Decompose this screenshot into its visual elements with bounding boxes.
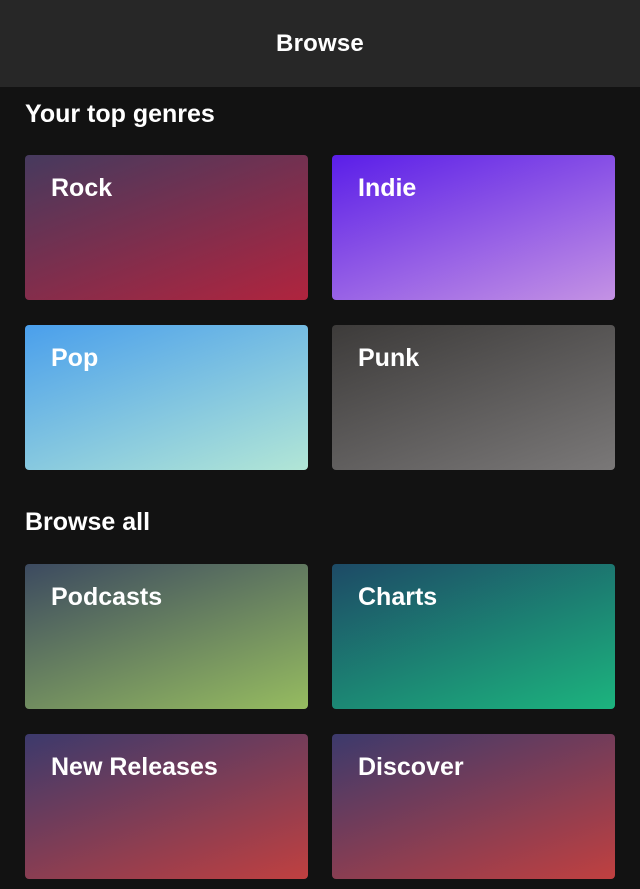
genre-tile-pop[interactable]: Pop bbox=[25, 325, 308, 470]
page-title: Browse bbox=[276, 30, 364, 57]
category-tile-charts[interactable]: Charts bbox=[332, 564, 615, 709]
top-bar: Browse bbox=[0, 0, 640, 87]
tile-label: Pop bbox=[51, 344, 99, 372]
genre-tile-punk[interactable]: Punk bbox=[332, 325, 615, 470]
tile-label: Punk bbox=[358, 344, 420, 372]
browse-all-grid: Podcasts Charts New Releases Discover bbox=[25, 564, 615, 879]
tile-label: New Releases bbox=[51, 753, 218, 781]
category-tile-discover[interactable]: Discover bbox=[332, 734, 615, 879]
tile-label: Indie bbox=[358, 174, 417, 202]
category-tile-podcasts[interactable]: Podcasts bbox=[25, 564, 308, 709]
genre-tile-rock[interactable]: Rock bbox=[25, 155, 308, 300]
section-title-browse-all: Browse all bbox=[25, 508, 151, 536]
top-genres-grid: Rock Indie Pop Punk bbox=[25, 155, 615, 470]
section-title-top-genres: Your top genres bbox=[25, 100, 215, 128]
tile-label: Charts bbox=[358, 583, 438, 611]
tile-label: Podcasts bbox=[51, 583, 163, 611]
tile-label: Rock bbox=[51, 174, 113, 202]
category-tile-new-releases[interactable]: New Releases bbox=[25, 734, 308, 879]
genre-tile-indie[interactable]: Indie bbox=[332, 155, 615, 300]
tile-label: Discover bbox=[358, 753, 464, 781]
